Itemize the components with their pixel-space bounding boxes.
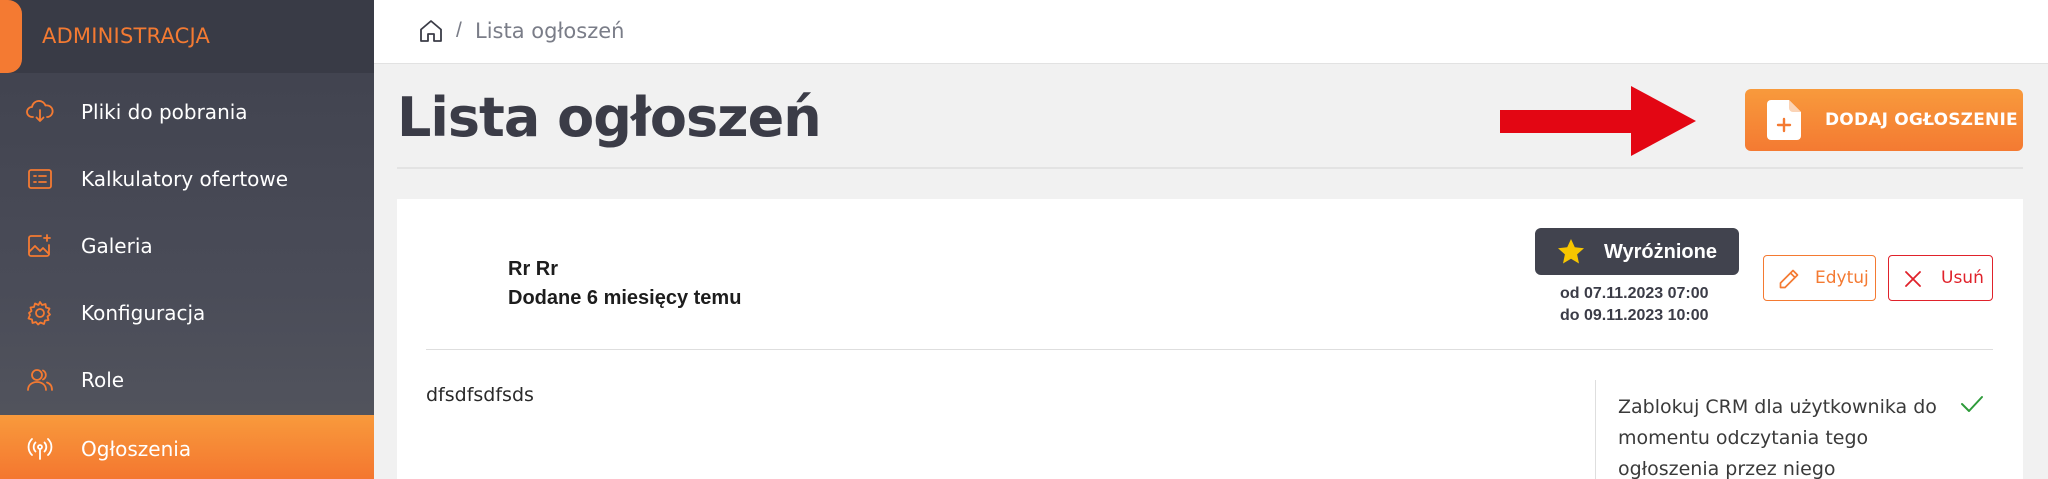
- users-icon: [26, 366, 54, 394]
- crm-lock-text: Zablokuj CRM dla użytkownika do momentu …: [1618, 396, 1937, 479]
- announcement-body: dfsdfsdfsds: [426, 384, 534, 406]
- sidebar-item-label: Pliki do pobrania: [81, 99, 248, 124]
- sidebar-item-role[interactable]: Role: [0, 346, 374, 413]
- sidebar-item-kalkulatory-ofertowe[interactable]: Kalkulatory ofertowe: [0, 145, 374, 212]
- card-divider: [426, 349, 1993, 350]
- sidebar-item-label: Konfiguracja: [81, 300, 206, 325]
- add-document-icon: [1767, 100, 1801, 140]
- gear-icon: [26, 299, 54, 327]
- featured-date-to: do 09.11.2023 10:00: [1560, 307, 1709, 324]
- breadcrumb-current: Lista ogłoszeń: [475, 19, 625, 43]
- announcement-added-time: Dodane 6 miesięcy temu: [508, 287, 742, 309]
- delete-button[interactable]: Usuń: [1888, 255, 1993, 301]
- sidebar-item-pliki-do-pobrania[interactable]: Pliki do pobrania: [0, 78, 374, 145]
- cloud-download-icon: [26, 98, 54, 126]
- breadcrumb: / Lista ogłoszeń: [374, 0, 2048, 64]
- edit-label: Edytuj: [1815, 268, 1869, 288]
- breadcrumb-separator: /: [456, 19, 462, 42]
- featured-date-from: od 07.11.2023 07:00: [1560, 285, 1709, 302]
- crm-lock-option[interactable]: Zablokuj CRM dla użytkownika do momentu …: [1595, 380, 1995, 479]
- announcement-card: Rr Rr Dodane 6 miesięcy temu Wyróżnione …: [397, 199, 2023, 479]
- page-title: Lista ogłoszeń: [397, 86, 822, 149]
- broadcast-icon: [26, 435, 54, 463]
- pencil-icon: [1778, 268, 1800, 290]
- calculator-list-icon: [26, 165, 54, 193]
- title-divider: [397, 167, 2023, 169]
- sidebar-item-label: Kalkulatory ofertowe: [81, 166, 289, 191]
- add-announcement-button[interactable]: DODAJ OGŁOSZENIE: [1745, 89, 2023, 151]
- close-icon: [1903, 269, 1923, 289]
- sidebar-item-label: Ogłoszenia: [81, 436, 192, 461]
- featured-label: Wyróżnione: [1604, 241, 1717, 263]
- edit-button[interactable]: Edytuj: [1763, 255, 1876, 301]
- sidebar-item-konfiguracja[interactable]: Konfiguracja: [0, 279, 374, 346]
- gallery-image-icon: [26, 232, 54, 260]
- home-icon[interactable]: [418, 18, 444, 44]
- add-announcement-label: DODAJ OGŁOSZENIE: [1825, 110, 2018, 130]
- sidebar-title: ADMINISTRACJA: [42, 24, 211, 48]
- star-icon: [1557, 238, 1585, 265]
- sidebar-header-accent: [0, 0, 22, 73]
- sidebar-item-label: Role: [81, 367, 125, 392]
- annotation-arrow-icon: [1500, 86, 1696, 156]
- delete-label: Usuń: [1941, 268, 1984, 288]
- sidebar-item-ogloszenia[interactable]: Ogłoszenia: [0, 415, 374, 479]
- announcement-author: Rr Rr: [508, 258, 559, 280]
- sidebar-header: ADMINISTRACJA: [0, 0, 374, 73]
- featured-badge: Wyróżnione: [1535, 228, 1739, 275]
- sidebar-item-label: Galeria: [81, 233, 153, 258]
- sidebar: ADMINISTRACJA Pliki do pobrania Kalkulat…: [0, 0, 374, 479]
- checkmark-icon: [1960, 394, 1984, 414]
- sidebar-item-galeria[interactable]: Galeria: [0, 212, 374, 279]
